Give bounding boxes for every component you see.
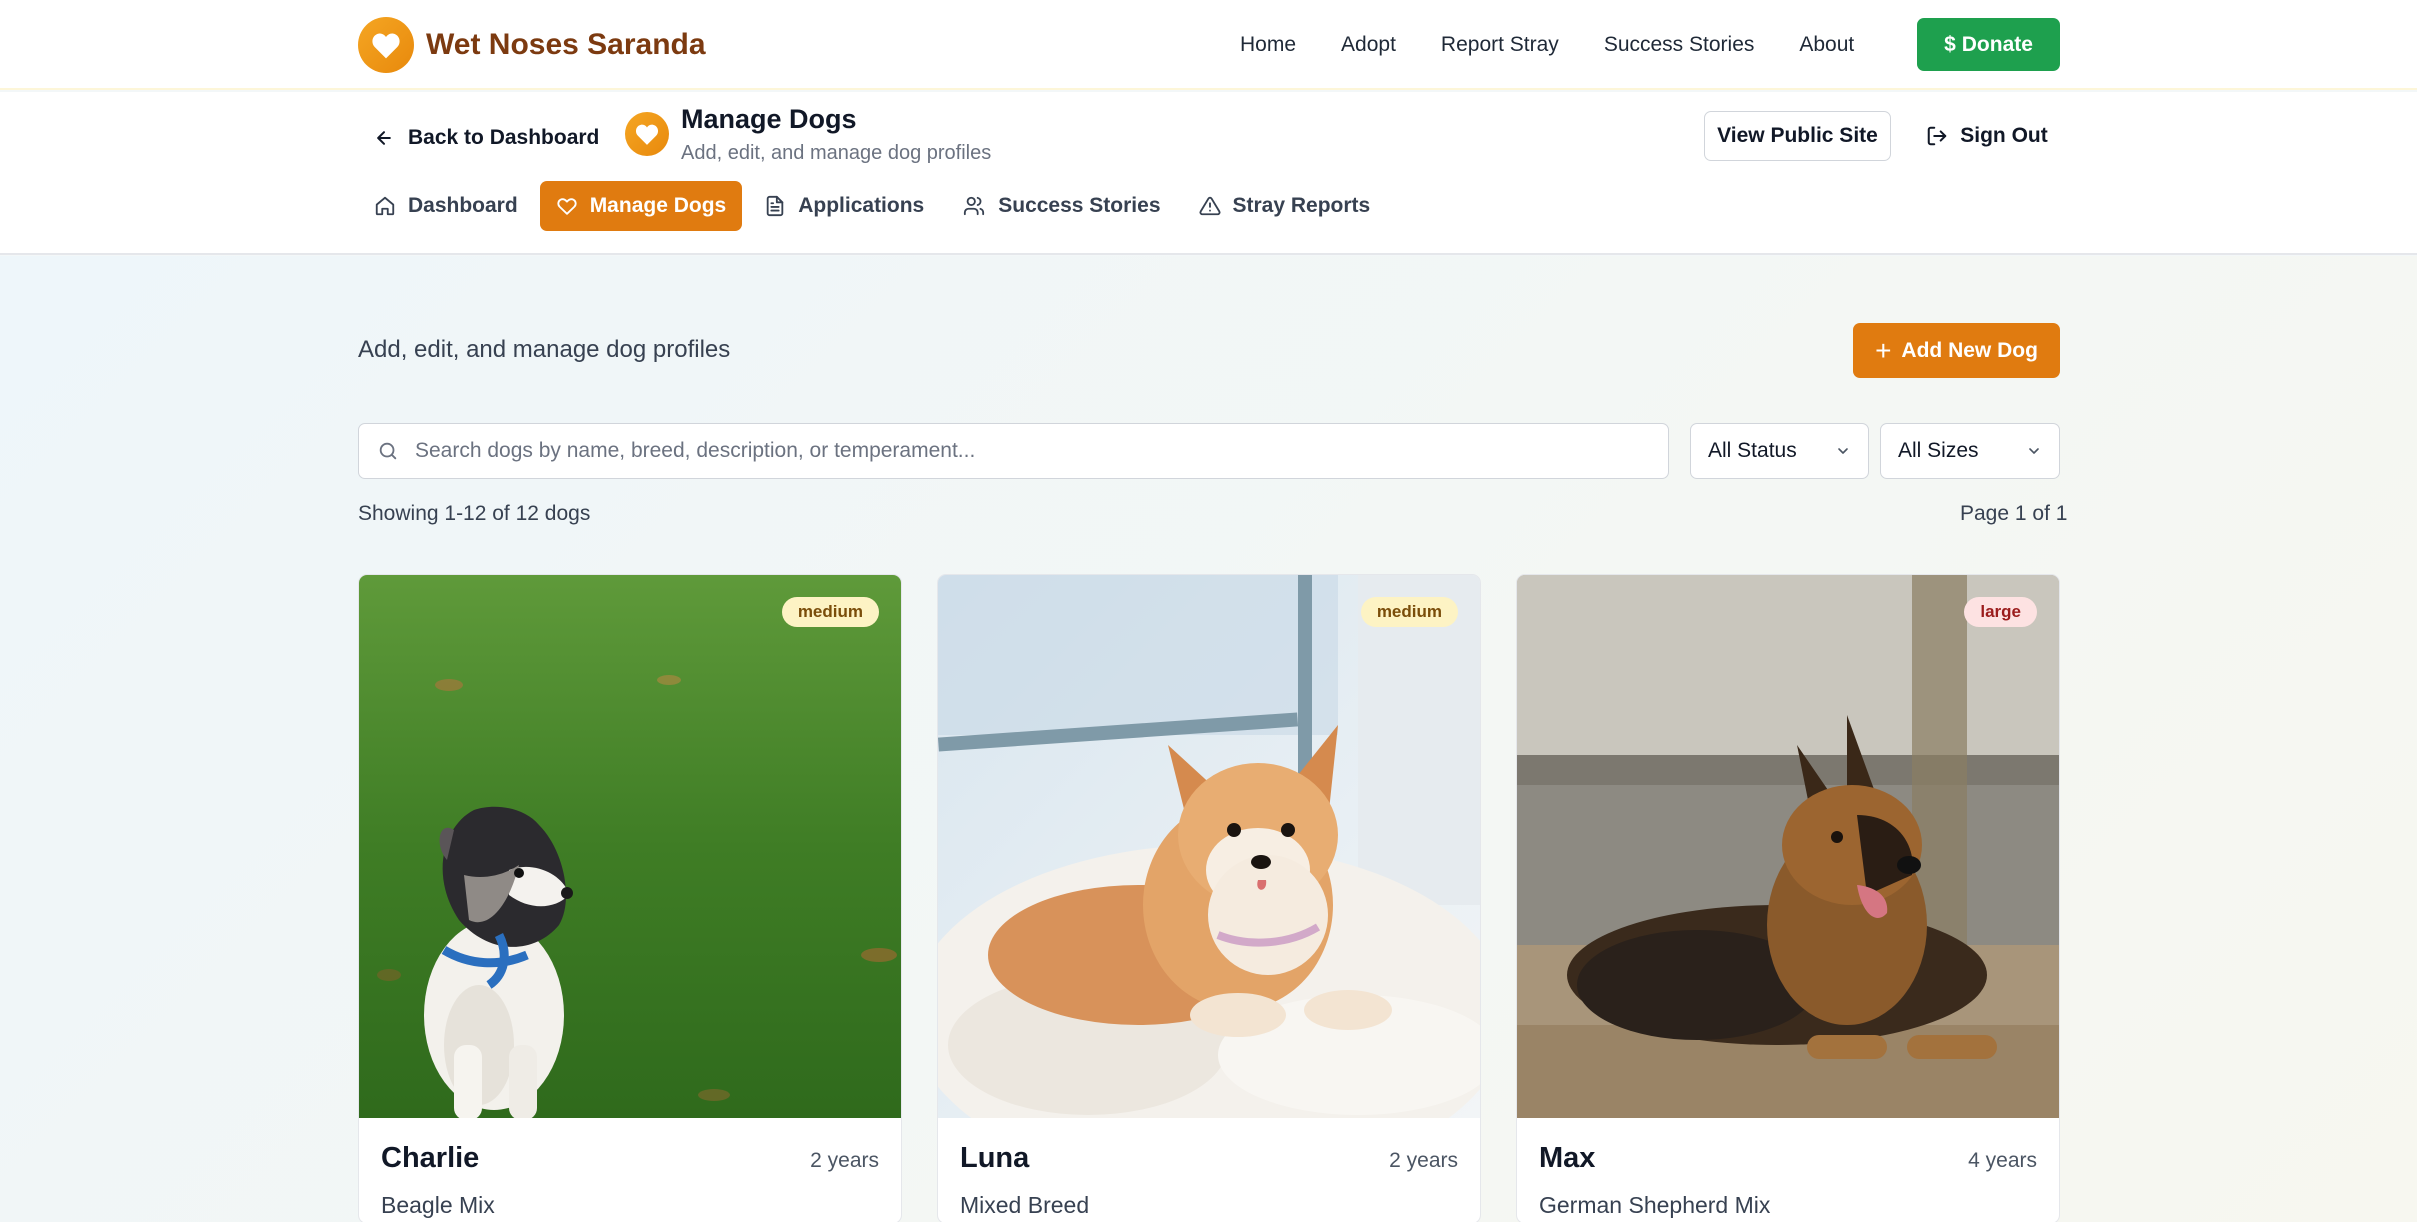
results-count: Showing 1-12 of 12 dogs (358, 502, 591, 525)
dog-age: 2 years (1389, 1149, 1458, 1172)
page-info: Page 1 of 1 (1960, 502, 2068, 525)
size-filter-value: All Sizes (1898, 439, 1979, 462)
donate-label: Donate (1961, 32, 2033, 56)
heart-icon (625, 112, 669, 156)
arrow-left-icon (377, 131, 391, 145)
dog-photo (359, 575, 901, 1118)
dog-card[interactable]: large Max 4 years German Shepherd Mix (1516, 574, 2060, 1222)
back-label: Back to Dashboard (408, 126, 600, 149)
users-icon (964, 196, 985, 216)
back-to-dashboard-link[interactable]: Back to Dashboard (374, 118, 599, 158)
dog-breed: German Shepherd Mix (1539, 1192, 1771, 1218)
size-badge: medium (1360, 597, 1458, 627)
dog-breed: Mixed Breed (960, 1192, 1090, 1218)
dog-name: Charlie (381, 1142, 480, 1174)
section-intro: Add, edit, and manage dog profiles (358, 336, 731, 363)
logout-icon (1927, 126, 1947, 146)
search-icon (379, 442, 397, 460)
heart-icon (358, 17, 414, 73)
brand-name: Wet Noses Saranda (426, 28, 706, 61)
tab-manage-dogs[interactable]: Manage Dogs (539, 181, 743, 231)
main-content: Add, edit, and manage dog profiles + Add… (0, 256, 2417, 1222)
admin-tabs: Dashboard Manage Dogs Applications Succe… (358, 181, 1392, 231)
nav-link-about[interactable]: About (1799, 33, 1854, 57)
admin-header: Back to Dashboard Manage Dogs Add, edit,… (0, 92, 2417, 255)
dog-name: Max (1539, 1142, 1596, 1174)
dog-card[interactable]: medium Charlie 2 years Beagle Mix (358, 574, 902, 1222)
tab-label: Success Stories (998, 194, 1161, 217)
tab-dashboard[interactable]: Dashboard (358, 181, 534, 231)
chevron-down-icon (2029, 448, 2039, 454)
size-filter-select[interactable]: All Sizes (1880, 423, 2060, 479)
size-badge: medium (781, 597, 879, 627)
sign-out-label: Sign Out (1960, 124, 2048, 147)
size-badge: large (1964, 597, 2037, 627)
page-title: Manage Dogs (681, 104, 857, 134)
dog-breed: Beagle Mix (381, 1192, 495, 1218)
tab-success-stories[interactable]: Success Stories (946, 181, 1176, 231)
add-label: Add New Dog (1901, 338, 2038, 362)
top-navigation: Wet Noses Saranda Home Adopt Report Stra… (0, 0, 2417, 90)
nav-link-adopt[interactable]: Adopt (1341, 33, 1396, 57)
nav-link-success-stories[interactable]: Success Stories (1604, 33, 1755, 57)
document-icon (766, 195, 784, 217)
chevron-down-icon (1838, 448, 1848, 454)
home-icon (375, 196, 395, 216)
alert-triangle-icon (1199, 196, 1220, 216)
dog-age: 2 years (810, 1149, 879, 1172)
sign-out-button[interactable]: Sign Out (1914, 111, 2060, 161)
dog-card[interactable]: medium Luna 2 years Mixed Breed (937, 574, 1481, 1222)
status-filter-select[interactable]: All Status (1690, 423, 1869, 479)
dog-age: 4 years (1968, 1149, 2037, 1172)
dog-photo (1517, 575, 2059, 1118)
tab-label: Dashboard (408, 194, 518, 217)
tab-label: Applications (798, 194, 925, 217)
nav-link-home[interactable]: Home (1240, 33, 1296, 57)
dog-photo (938, 575, 1480, 1118)
view-public-site-button[interactable]: View Public Site (1704, 111, 1891, 161)
page-subtitle: Add, edit, and manage dog profiles (681, 142, 992, 164)
status-filter-value: All Status (1708, 439, 1797, 462)
plus-icon: + (1875, 334, 1892, 366)
heart-icon (557, 198, 577, 215)
tab-label: Manage Dogs (589, 194, 727, 217)
search-input[interactable] (415, 439, 1615, 463)
tab-label: Stray Reports (1232, 194, 1371, 217)
tab-stray-reports[interactable]: Stray Reports (1183, 181, 1387, 231)
donate-button[interactable]: $ Donate (1917, 18, 2060, 71)
search-box (358, 423, 1669, 479)
tab-applications[interactable]: Applications (748, 181, 940, 231)
brand-logo-link[interactable]: Wet Noses Saranda (358, 16, 706, 74)
nav-link-report-stray[interactable]: Report Stray (1441, 33, 1559, 57)
dollar-icon: $ (1944, 32, 1956, 56)
main-nav: Home Adopt Report Stray Success Stories … (1240, 22, 1899, 68)
dog-name: Luna (960, 1142, 1030, 1174)
add-new-dog-button[interactable]: + Add New Dog (1853, 323, 2060, 378)
